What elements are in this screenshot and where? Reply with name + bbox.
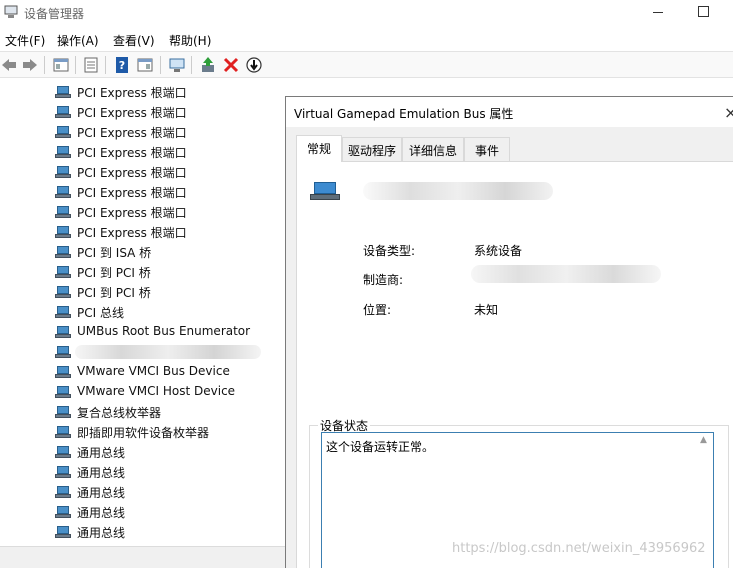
uninstall-icon[interactable] (222, 56, 240, 74)
tree-item[interactable]: 通用总线 (55, 522, 285, 542)
system-device-icon (55, 85, 71, 99)
back-arrow-icon[interactable] (0, 56, 18, 74)
device-type-value: 系统设备 (474, 244, 523, 258)
system-device-icon (55, 385, 71, 399)
menu-action[interactable]: 操作(A) (57, 32, 99, 49)
tree-item[interactable]: PCI Express 根端口 (55, 142, 285, 162)
tree-item[interactable]: PCI Express 根端口 (55, 102, 285, 122)
dialog-title: Virtual Gamepad Emulation Bus 属性 (294, 107, 514, 121)
redacted-label (75, 345, 261, 359)
tree-item[interactable]: VMware VMCI Host Device (55, 382, 285, 402)
tree-item[interactable]: 通用总线 (55, 482, 285, 502)
system-device-icon (55, 225, 71, 239)
console-tree-icon[interactable] (82, 56, 100, 74)
scroll-up-icon[interactable]: ▲ (700, 435, 707, 445)
menu-file[interactable]: 文件(F) (5, 32, 45, 49)
location-value: 未知 (474, 303, 499, 317)
system-device-icon (55, 505, 71, 519)
tree-horizontal-scrollbar[interactable] (0, 546, 286, 568)
tree-item[interactable]: PCI 到 ISA 桥 (55, 242, 285, 262)
svg-text:?: ? (119, 59, 125, 72)
tree-item[interactable]: PCI Express 根端口 (55, 222, 285, 242)
redacted-device-name (363, 182, 553, 200)
watermark: https://blog.csdn.net/weixin_43956962 (452, 541, 706, 556)
toolbar-separator (105, 56, 106, 74)
menu-view[interactable]: 查看(V) (113, 32, 155, 49)
tree-item[interactable]: 复合总线枚举器 (55, 402, 285, 422)
tree-item[interactable]: PCI 总线 (55, 302, 285, 322)
properties-dialog: Virtual Gamepad Emulation Bus 属性 × 常规 驱动… (285, 96, 733, 568)
toolbar-separator (191, 56, 192, 74)
location-label: 位置: (363, 303, 392, 317)
menu-help[interactable]: 帮助(H) (169, 32, 211, 49)
tree-item[interactable]: PCI 到 PCI 桥 (55, 282, 285, 302)
tree-item[interactable]: UMBus Root Bus Enumerator (55, 322, 285, 342)
help-icon[interactable]: ? (113, 56, 131, 74)
minimize-button[interactable] (651, 4, 665, 18)
tree-item[interactable]: PCI Express 根端口 (55, 162, 285, 182)
system-device-icon (55, 345, 71, 359)
system-device-icon (55, 105, 71, 119)
tree-item[interactable]: 通用总线 (55, 442, 285, 462)
system-device-icon (55, 465, 71, 479)
system-device-icon (55, 325, 71, 339)
system-device-icon (55, 525, 71, 539)
tree-item[interactable]: PCI Express 根端口 (55, 182, 285, 202)
device-type-label: 设备类型: (363, 244, 416, 258)
scan-hardware-icon[interactable] (168, 56, 186, 74)
menu-bar: 文件(F) 操作(A) 查看(V) 帮助(H) (0, 28, 733, 50)
system-device-icon (55, 425, 71, 439)
system-device-icon (55, 205, 71, 219)
system-device-icon (55, 405, 71, 419)
system-device-icon (55, 445, 71, 459)
system-device-icon (55, 145, 71, 159)
system-device-icon (55, 125, 71, 139)
tree-item[interactable]: 通用总线 (55, 462, 285, 482)
update-driver-icon[interactable] (199, 56, 217, 74)
tree-item[interactable]: VMware VMCI Bus Device (55, 362, 285, 382)
window-title: 设备管理器 (24, 7, 85, 21)
tab-details[interactable]: 详细信息 (402, 137, 464, 161)
tree-item[interactable]: PCI Express 根端口 (55, 202, 285, 222)
toolbar-separator (44, 56, 45, 74)
toolbar-separator (160, 56, 161, 74)
system-device-icon (55, 185, 71, 199)
system-device-icon (55, 265, 71, 279)
general-panel: 设备类型: 系统设备 制造商: 位置: 未知 设备状态 这个设备运转正常。 ▲ … (296, 161, 733, 568)
tree-item-redacted[interactable] (55, 342, 285, 362)
dialog-titlebar: Virtual Gamepad Emulation Bus 属性 × (286, 97, 733, 127)
tree-item[interactable]: PCI Express 根端口 (55, 122, 285, 142)
toolbar: ? (0, 51, 733, 78)
maximize-button[interactable] (698, 6, 709, 17)
tree-item[interactable]: 通用总线 (55, 502, 285, 522)
disable-device-icon[interactable] (245, 56, 263, 74)
device-manager-app-icon (4, 5, 18, 18)
redacted-manufacturer (471, 265, 661, 283)
system-device-icon (310, 182, 340, 202)
window-titlebar: 设备管理器 (0, 0, 733, 26)
tree-item[interactable]: PCI 到 PCI 桥 (55, 262, 285, 282)
device-tree[interactable]: PCI Express 根端口 PCI Express 根端口 PCI Expr… (0, 80, 286, 546)
tree-item[interactable]: 即插即用软件设备枚举器 (55, 422, 285, 442)
close-icon[interactable]: × (724, 103, 733, 122)
properties-icon[interactable] (52, 56, 70, 74)
device-status-text: 这个设备运转正常。 (326, 440, 435, 454)
system-device-icon (55, 485, 71, 499)
toolbar-separator (75, 56, 76, 74)
manufacturer-label: 制造商: (363, 273, 404, 287)
tree-item[interactable]: PCI Express 根端口 (55, 82, 285, 102)
system-device-icon (55, 285, 71, 299)
system-device-icon (55, 365, 71, 379)
tab-driver[interactable]: 驱动程序 (342, 137, 402, 161)
tab-events[interactable]: 事件 (464, 137, 510, 161)
system-device-icon (55, 245, 71, 259)
action-pane-icon[interactable] (136, 56, 154, 74)
tab-general[interactable]: 常规 (296, 135, 342, 162)
forward-arrow-icon[interactable] (21, 56, 39, 74)
system-device-icon (55, 305, 71, 319)
system-device-icon (55, 165, 71, 179)
